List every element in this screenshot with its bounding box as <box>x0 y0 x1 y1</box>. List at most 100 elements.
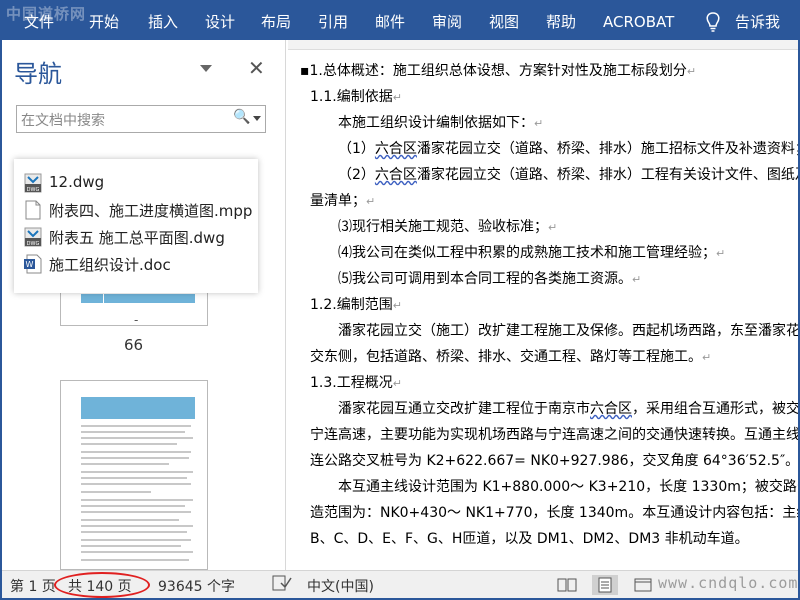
file-name: 附表五 施工总平面图.dwg <box>49 229 225 247</box>
ruler <box>288 40 798 50</box>
paragraph: 量清单；↵ <box>310 193 376 209</box>
paragraph-text: 造范围为：NK0+430～ NK1+770，长度 1340m。本互通设计内容包括… <box>310 505 798 521</box>
paragraph: 潘家花园立交（施工）改扩建工程施工及保修。西起机场西路，东至潘家花 <box>338 320 798 340</box>
search-icon[interactable]: 🔍 <box>233 109 250 125</box>
tell-me-search[interactable]: 告诉我 <box>735 10 780 34</box>
thumbnail-text-line <box>81 545 181 547</box>
paragraph-text: ⑶现行相关施工规范、验收标准； <box>338 219 548 235</box>
word-count[interactable]: 93645 个字 <box>158 576 235 596</box>
thumbnail-text-line <box>81 431 185 433</box>
close-icon[interactable]: ✕ <box>248 56 265 80</box>
ribbon-tab-bar: 中国道桥网 文件 开始 插入 设计 布局 引用 邮件 审阅 视图 帮助 ACRO… <box>2 2 798 40</box>
nav-search-input[interactable]: 在文档中搜索 🔍 <box>16 105 266 133</box>
page-thumbnail[interactable] <box>60 380 208 570</box>
tab-references[interactable]: 引用 <box>318 10 348 34</box>
paragraph-text: 本互通主线设计范围为 K1+880.000～ K3+210，长度 1330m；被… <box>338 479 798 495</box>
tab-home[interactable]: 开始 <box>89 10 119 34</box>
svg-text:DWG: DWG <box>27 187 40 193</box>
blank-file-icon <box>25 200 41 220</box>
tab-view[interactable]: 视图 <box>489 10 519 34</box>
tab-insert[interactable]: 插入 <box>148 10 178 34</box>
tab-design[interactable]: 设计 <box>205 10 235 34</box>
thumbnail-text-line <box>81 539 191 541</box>
paragraph-text: 潘家花园立交（施工）改扩建工程施工及保修。西起机场西路，东至潘家花 <box>338 323 798 339</box>
tab-file[interactable]: 文件 <box>24 10 54 34</box>
tab-layout[interactable]: 布局 <box>261 10 291 34</box>
word-window: 中国道桥网 文件 开始 插入 设计 布局 引用 邮件 审阅 视图 帮助 ACRO… <box>0 0 800 600</box>
paragraph: 造范围为：NK0+430～ NK1+770，长度 1340m。本互通设计内容包括… <box>310 502 798 522</box>
thumbnail-table <box>81 397 195 419</box>
paragraph-text: （2）六合区潘家花园立交（道路、桥梁、排水）工程有关设计文件、图纸及工 <box>338 167 798 183</box>
paragraph: ⑸我公司可调用到本合同工程的各类施工资源。↵ <box>338 271 642 287</box>
paragraph-text: 本施工组织设计编制依据如下： <box>338 115 534 131</box>
svg-text:DWG: DWG <box>27 241 40 247</box>
heading-text: 1.3.工程概况 <box>310 375 393 391</box>
thumbnail-text-line <box>81 463 169 465</box>
heading-2: 1.2.编制范围↵ <box>310 297 402 313</box>
paragraph-text: ⑷我公司在类似工程中积累的成熟施工技术和施工管理经验； <box>338 245 716 261</box>
paragraph: （1）六合区潘家花园立交（道路、桥梁、排水）施工招标文件及补遗资料； <box>338 138 798 158</box>
tab-acrobat[interactable]: ACROBAT <box>603 10 674 34</box>
heading-text: 1.总体概述：施工组织总体设想、方案针对性及施工标段划分 <box>309 63 687 79</box>
file-name: 施工组织设计.doc <box>49 256 171 274</box>
paragraph-text: ⑸我公司可调用到本合同工程的各类施工资源。 <box>338 271 632 287</box>
page-indicator[interactable]: 第 1 页 <box>10 576 56 596</box>
spellcheck-word: 六合区 <box>374 167 417 183</box>
paragraph: ⑶现行相关施工规范、验收标准；↵ <box>338 219 558 235</box>
chevron-down-icon[interactable] <box>200 65 212 72</box>
paragraph-text: 潘家花园互通立交改扩建工程位于南京市六合区，采用组合互通形式，被交路 <box>338 401 798 417</box>
tab-mailings[interactable]: 邮件 <box>375 10 405 34</box>
thumbnail-text-line <box>81 437 193 439</box>
paragraph: ⑷我公司在类似工程中积累的成熟施工技术和施工管理经验；↵ <box>338 245 726 261</box>
print-layout-icon[interactable] <box>592 575 618 595</box>
paragraph: 交东侧，包括道路、桥梁、排水、交通工程、路灯等工程施工。↵ <box>310 349 712 365</box>
dwg-file-icon: DWG <box>24 173 42 193</box>
paragraph-text: （1）六合区潘家花园立交（道路、桥梁、排水）施工招标文件及补遗资料； <box>338 141 798 157</box>
thumbnail-text-line <box>81 443 177 445</box>
paragraph-text: 量清单； <box>310 193 366 209</box>
paragraph: 本施工组织设计编制依据如下：↵ <box>338 115 544 131</box>
svg-text:W: W <box>26 260 34 269</box>
page-separator: - <box>134 313 139 327</box>
heading-text: 1.1.编制依据 <box>310 89 393 105</box>
web-layout-icon[interactable] <box>630 575 656 595</box>
word-file-icon: W <box>24 254 42 274</box>
thumbnail-text-line <box>81 519 179 521</box>
proofing-icon[interactable] <box>272 575 292 593</box>
thumbnail-text-line <box>81 505 185 507</box>
thumbnail-text-line <box>81 499 193 501</box>
heading-2: 1.1.编制依据↵ <box>310 89 402 105</box>
highlight-ellipse <box>54 572 150 598</box>
paragraph-text: 交东侧，包括道路、桥梁、排水、交通工程、路灯等工程施工。 <box>310 349 702 365</box>
paragraph: （2）六合区潘家花园立交（道路、桥梁、排水）工程有关设计文件、图纸及工 <box>338 164 798 184</box>
heading-text: 1.2.编制范围 <box>310 297 393 313</box>
site-watermark: www.cndqlo.com <box>658 574 799 592</box>
tab-review[interactable]: 审阅 <box>432 10 462 34</box>
search-options-icon[interactable] <box>253 116 261 121</box>
spellcheck-word: 六合区 <box>590 401 632 417</box>
paragraph-text: B、C、D、E、F、G、H匝道，以及 DM1、DM2、DM3 非机动车道。 <box>310 531 749 547</box>
paragraph: 潘家花园互通立交改扩建工程位于南京市六合区，采用组合互通形式，被交路 <box>338 398 798 418</box>
lightbulb-icon[interactable] <box>705 12 721 32</box>
thumbnail-text-line <box>81 425 191 427</box>
file-name: 12.dwg <box>49 173 105 191</box>
search-placeholder: 在文档中搜索 <box>21 113 105 129</box>
page-number-label: 66 <box>124 336 144 354</box>
thumbnail-text-line <box>81 483 191 485</box>
thumbnail-text-line <box>81 451 191 453</box>
paragraph: B、C、D、E、F、G、H匝道，以及 DM1、DM2、DM3 非机动车道。 <box>310 528 749 548</box>
thumbnail-text-line <box>81 531 187 533</box>
document-body[interactable]: ▪1.总体概述：施工组织总体设想、方案针对性及施工标段划分↵ 1.1.编制依据↵… <box>288 50 798 570</box>
read-mode-icon[interactable] <box>554 575 580 595</box>
spellcheck-word: 六合区 <box>374 141 417 157</box>
language-indicator[interactable]: 中文(中国) <box>307 576 374 596</box>
status-bar: 第 1 页 共 140 页 93645 个字 中文(中国) www.cndqlo… <box>2 570 798 598</box>
tab-help[interactable]: 帮助 <box>546 10 576 34</box>
thumbnail-text-line <box>81 551 193 553</box>
thumbnail-text-line <box>81 491 151 493</box>
thumbnail-text-line <box>81 471 193 473</box>
paragraph: 宁连高速，主要功能为实现机场西路与宁连高速之间的交通快速转换。互通主线与 <box>310 424 798 444</box>
heading-2: 1.3.工程概况↵ <box>310 375 402 391</box>
navigation-pane: 导航 ✕ 在文档中搜索 🔍 - 66 DWG 12.dwg 附表四、施工进度横道… <box>2 40 286 570</box>
nav-pane-title: 导航 <box>14 60 62 88</box>
